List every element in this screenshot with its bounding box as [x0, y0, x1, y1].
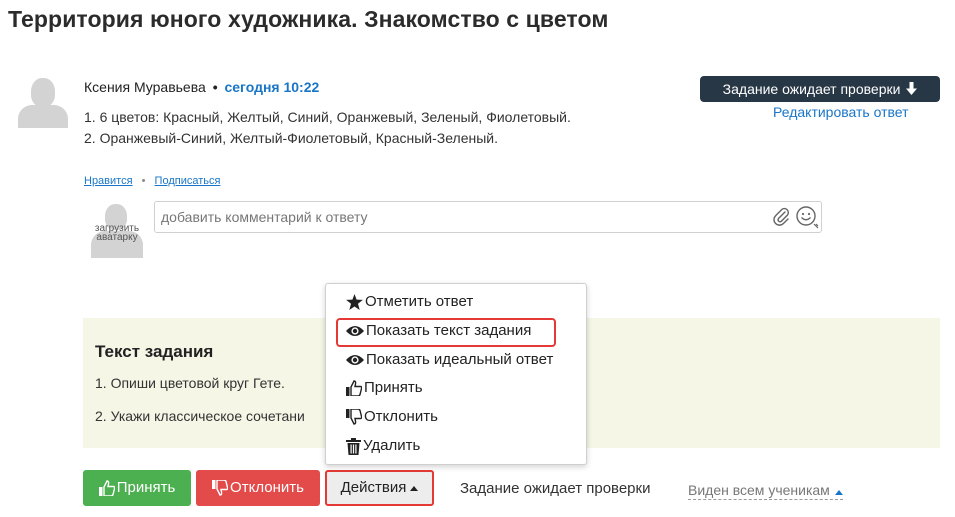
comment-box	[154, 201, 822, 233]
caret-up-icon	[410, 485, 419, 491]
thumbs-down-icon	[212, 480, 229, 496]
menu-item-label: Отметить ответ	[365, 293, 474, 310]
star-icon	[346, 294, 363, 310]
answer-timestamp[interactable]: сегодня 10:22	[224, 79, 319, 95]
task-line-1: 1. Опиши цветовой круг Гете.	[95, 375, 285, 391]
task-title: Текст задания	[95, 342, 214, 361]
accept-button[interactable]: Принять	[83, 470, 191, 506]
status-badge[interactable]: Задание ожидает проверки	[700, 76, 940, 102]
actions-dropdown-menu: Отметить ответ Показать текст задания По…	[325, 283, 587, 465]
bottom-status-text: Задание ожидает проверки	[460, 480, 651, 497]
author-name[interactable]: Ксения Муравьева	[84, 79, 206, 95]
avatar-head	[31, 78, 55, 107]
author-avatar[interactable]	[18, 78, 68, 128]
answer-line-2: 2. Оранжевый-Синий, Желтый-Фиолетовый, К…	[84, 130, 498, 146]
thumbs-up-icon	[98, 480, 115, 496]
social-links: Нравится • Подписаться	[84, 175, 220, 187]
author-bullet: •	[212, 79, 218, 95]
arrow-down-icon	[906, 82, 918, 95]
menu-item-label: Отклонить	[364, 408, 438, 425]
menu-item-label: Удалить	[363, 437, 421, 454]
reject-button[interactable]: Отклонить	[196, 470, 320, 506]
author-line: Ксения Муравьева • сегодня 10:22	[84, 79, 319, 95]
menu-item-delete[interactable]: Удалить	[346, 435, 420, 457]
edit-answer-link[interactable]: Редактировать ответ	[773, 104, 909, 120]
answer-line-1: 1. 6 цветов: Красный, Желтый, Синий, Ора…	[84, 109, 571, 125]
accept-button-label: Принять	[116, 479, 176, 496]
menu-item-mark-answer[interactable]: Отметить ответ	[346, 291, 473, 313]
thumbs-up-icon	[346, 380, 362, 396]
status-badge-label: Задание ожидает проверки	[722, 81, 901, 97]
eye-icon	[346, 326, 364, 336]
avatar-body	[18, 105, 68, 128]
page-title: Территория юного художника. Знакомство с…	[8, 6, 609, 32]
menu-item-show-task-text[interactable]: Показать текст задания	[346, 320, 531, 342]
paperclip-icon[interactable]	[772, 206, 790, 226]
menu-item-label: Принять	[364, 379, 423, 396]
comment-input[interactable]	[155, 202, 755, 232]
menu-item-label: Показать текст задания	[366, 322, 532, 339]
menu-item-show-ideal-answer[interactable]: Показать идеальный ответ	[346, 349, 553, 371]
upload-avatar-label: загрузить аватарку	[94, 223, 140, 243]
reject-button-label: Отклонить	[230, 479, 304, 496]
visibility-label: Виден всем ученикам	[688, 482, 830, 498]
task-line-2: 2. Укажи классическое сочетани	[95, 408, 305, 424]
social-separator: •	[141, 175, 146, 187]
subscribe-link[interactable]: Подписаться	[155, 175, 221, 187]
upload-avatar[interactable]: загрузить аватарку	[88, 204, 146, 258]
trash-icon	[346, 437, 361, 455]
actions-dropdown-button[interactable]: Действия	[325, 470, 434, 506]
like-link[interactable]: Нравится	[84, 175, 133, 187]
answer-text: 1. 6 цветов: Красный, Желтый, Синий, Ора…	[84, 107, 571, 149]
menu-item-label: Показать идеальный ответ	[366, 351, 554, 368]
menu-item-reject[interactable]: Отклонить	[346, 406, 438, 428]
eye-icon	[346, 355, 364, 365]
visibility-toggle[interactable]: Виден всем ученикам	[688, 482, 843, 500]
thumbs-down-icon	[346, 409, 362, 425]
caret-up-icon	[834, 490, 843, 495]
menu-item-accept[interactable]: Принять	[346, 377, 423, 399]
actions-button-label: Действия	[340, 479, 407, 496]
smiley-icon[interactable]	[795, 205, 819, 229]
